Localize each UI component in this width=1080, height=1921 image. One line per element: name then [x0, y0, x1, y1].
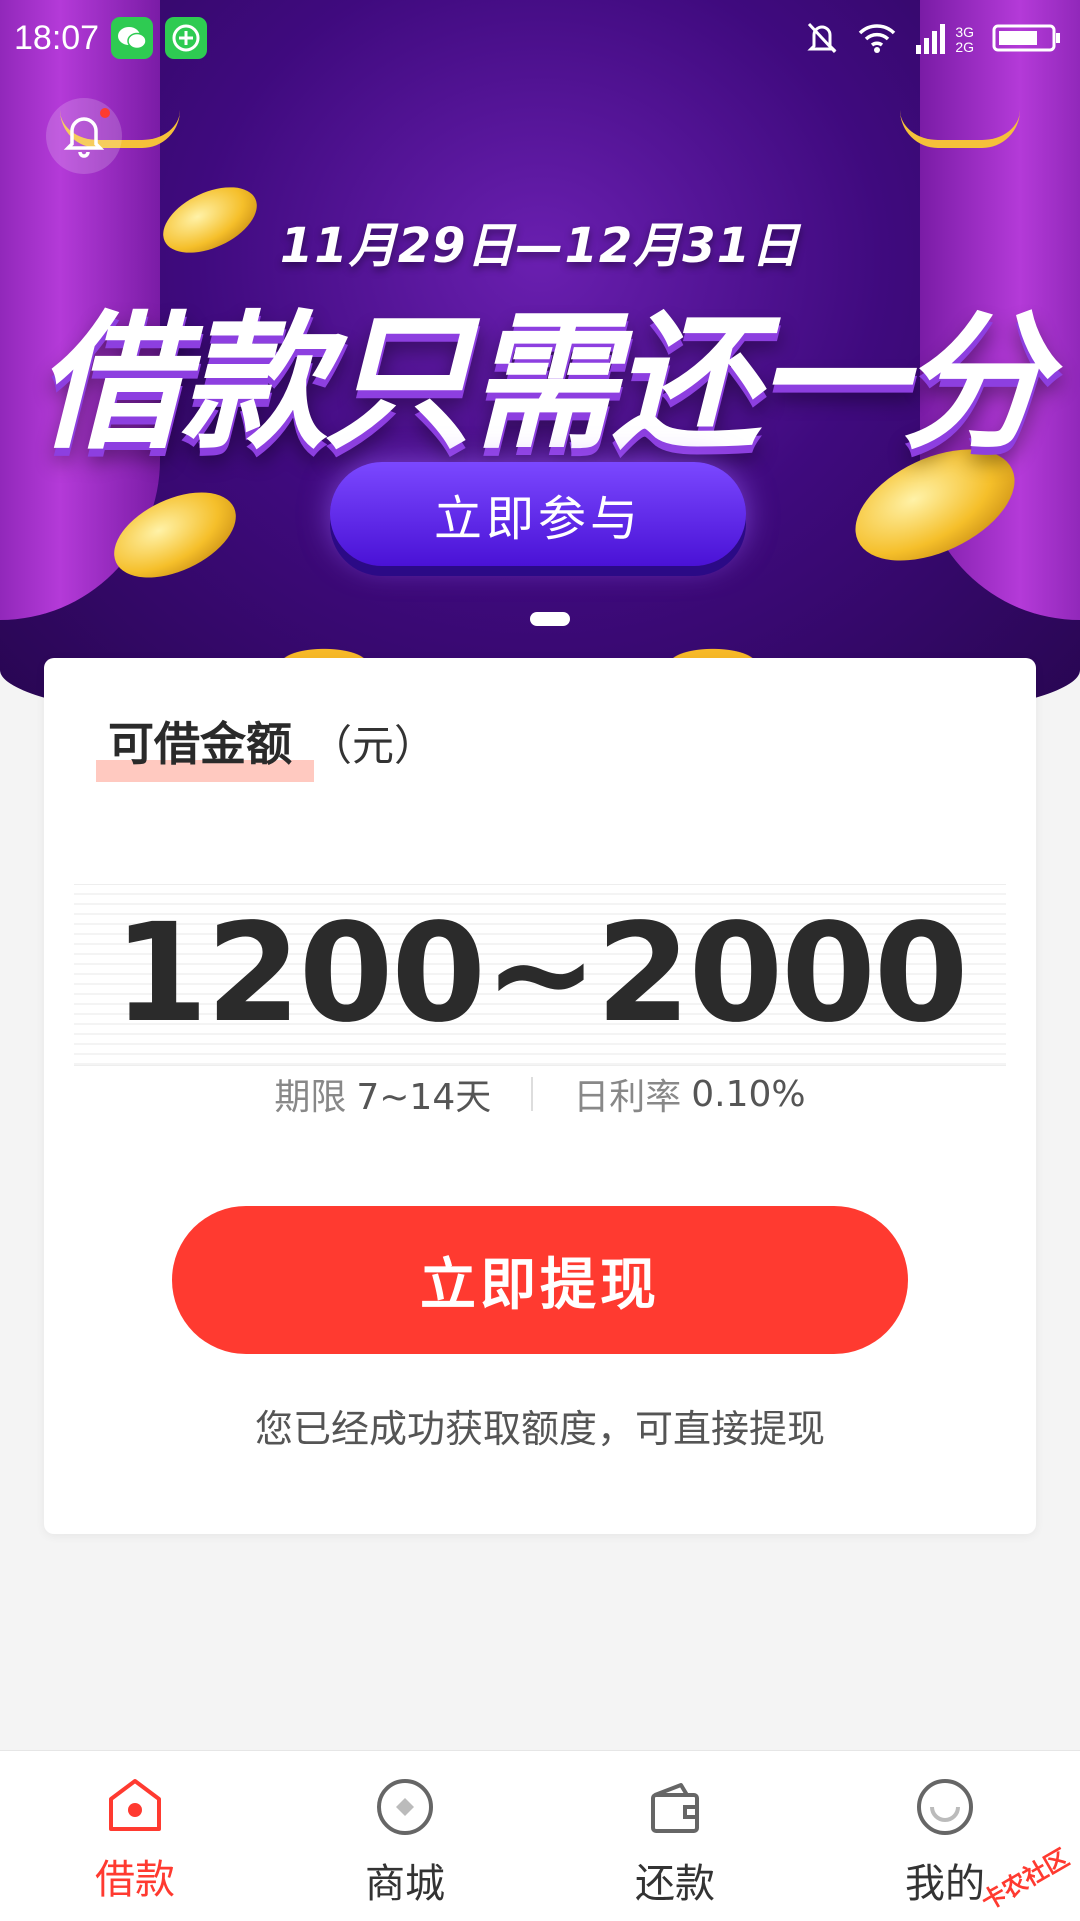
- wechat-icon: [111, 17, 154, 59]
- mute-notification-icon: [805, 20, 839, 56]
- status-bar: 18:07 3G 2G: [0, 0, 1080, 76]
- nav-item-mall[interactable]: 商城: [270, 1751, 540, 1921]
- wifi-icon: [857, 22, 897, 54]
- withdraw-now-button[interactable]: 立即提现: [172, 1206, 908, 1354]
- home-icon: [105, 1777, 165, 1837]
- notification-bell-button[interactable]: [46, 98, 122, 174]
- card-unit: （元）: [310, 721, 437, 770]
- forum-watermark: 卡农社区: [976, 1843, 1074, 1916]
- nav-item-loan[interactable]: 借款: [0, 1751, 270, 1921]
- loan-card: 可借金额 （元） 1200~2000 期限 7~14天 日利率 0.10% 立即…: [44, 658, 1036, 1534]
- profile-icon: [915, 1777, 975, 1841]
- promo-headline: 借款只需还一分: [36, 297, 1048, 469]
- term-label: 期限: [274, 1077, 347, 1118]
- promo-banner[interactable]: 11月29日—12月31日 借款只需还一分 立即参与: [0, 0, 1080, 740]
- unread-dot: [100, 108, 110, 118]
- nav-label-repay: 还款: [635, 1861, 715, 1907]
- nav-label-mall: 商城: [365, 1861, 445, 1907]
- nav-item-repay[interactable]: 还款: [540, 1751, 810, 1921]
- loan-terms: 期限 7~14天 日利率 0.10%: [44, 1068, 1036, 1120]
- network-type-3g: 3G: [955, 24, 974, 40]
- wallet-icon: [645, 1777, 705, 1841]
- plus-app-icon: [165, 17, 208, 59]
- withdraw-hint: 您已经成功获取额度，可直接提现: [254, 1407, 825, 1451]
- card-title: 可借金额: [96, 708, 314, 782]
- term-value: 7~14天: [356, 1077, 492, 1118]
- network-type-2g: 2G: [955, 39, 974, 55]
- battery-icon: [992, 22, 1062, 54]
- mall-icon: [375, 1777, 435, 1841]
- terms-divider: [531, 1077, 534, 1111]
- loan-amount-range: 1200~2000: [113, 895, 969, 1053]
- signal-icon: 3G 2G: [915, 21, 974, 55]
- rate-label: 日利率: [573, 1077, 682, 1118]
- rate-value: 0.10%: [691, 1073, 806, 1115]
- status-time: 18:07: [14, 18, 100, 57]
- nav-label-loan: 借款: [95, 1857, 175, 1903]
- bell-icon: [62, 110, 106, 162]
- bottom-navigation: 借款 商城 还款 我的 卡农社区: [0, 1750, 1080, 1921]
- nav-label-mine: 我的: [905, 1861, 985, 1907]
- join-now-button[interactable]: 立即参与: [330, 462, 746, 566]
- nav-item-mine[interactable]: 我的 卡农社区: [810, 1751, 1080, 1921]
- carousel-indicator[interactable]: [530, 612, 570, 626]
- card-header: 可借金额 （元）: [96, 708, 437, 782]
